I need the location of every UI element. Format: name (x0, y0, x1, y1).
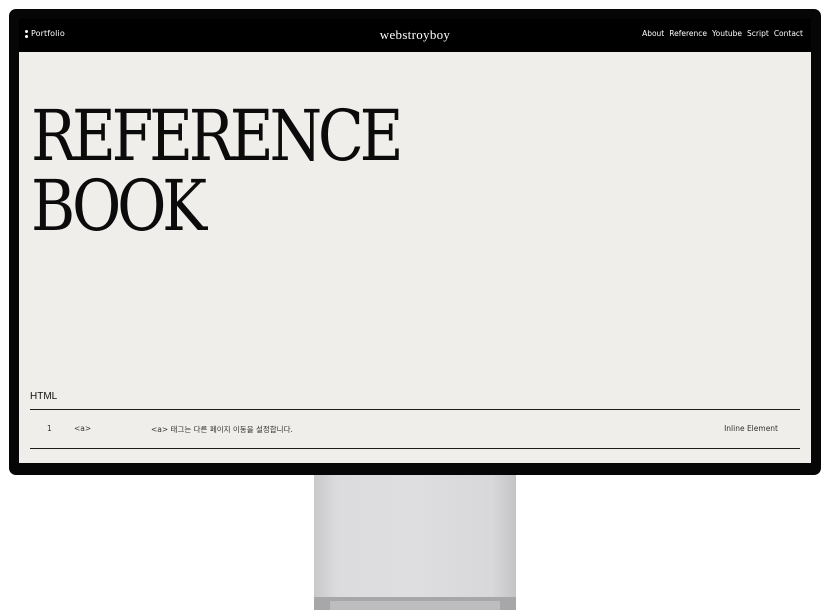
page: Portfolio webstroyboy About Reference Yo… (0, 0, 830, 610)
nav-contact[interactable]: Contact (774, 29, 803, 38)
row-element-type: Inline Element (724, 424, 778, 433)
main-nav: About Reference Youtube Script Contact (642, 29, 803, 38)
hero-title-line-2: BOOK (31, 165, 207, 247)
hero-title-line-1: REFERENCE (31, 95, 404, 177)
row-description: <a> 태그는 다른 페이지 이동을 설정합니다. (151, 425, 293, 434)
hero-title: REFERENCE BOOK (31, 95, 404, 247)
monitor-screen: Portfolio webstroyboy About Reference Yo… (19, 19, 811, 463)
nav-reference[interactable]: Reference (669, 29, 707, 38)
nav-script[interactable]: Script (747, 29, 769, 38)
row-tag: <a> (74, 424, 92, 433)
monitor-frame: Portfolio webstroyboy About Reference Yo… (9, 9, 821, 475)
monitor-stand-base-highlight (330, 601, 500, 610)
reference-row[interactable]: 1 <a> <a> 태그는 다른 페이지 이동을 설정합니다. Inline E… (30, 410, 800, 448)
row-number: 1 (47, 424, 52, 433)
site-header: Portfolio webstroyboy About Reference Yo… (19, 19, 811, 52)
nav-about[interactable]: About (642, 29, 664, 38)
divider (30, 448, 800, 449)
nav-youtube[interactable]: Youtube (712, 29, 742, 38)
section-title: HTML (30, 391, 58, 402)
monitor-stand (314, 475, 516, 610)
